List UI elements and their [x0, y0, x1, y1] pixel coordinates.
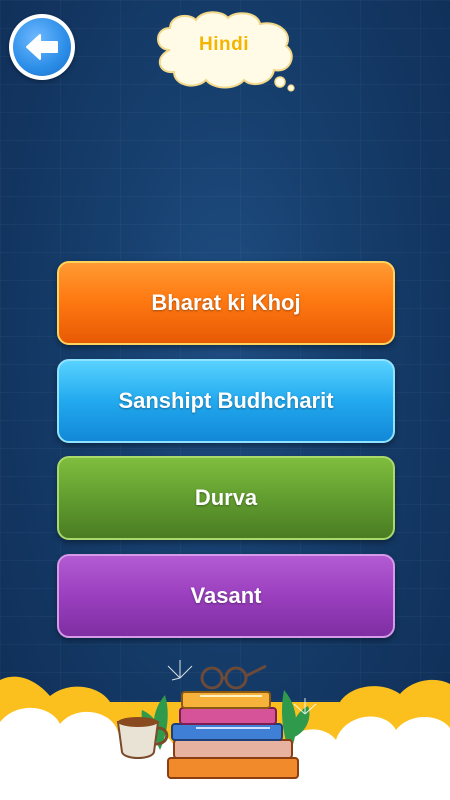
book-button-label: Bharat ki Khoj [151, 290, 301, 315]
book-button-label: Sanshipt Budhcharit [118, 388, 334, 413]
title-cloud: Hindi [148, 10, 300, 92]
book-button-label: Durva [194, 485, 258, 510]
book-button-durva[interactable]: Durva [57, 456, 395, 540]
page-title: Hindi [199, 34, 249, 55]
back-button-circle [13, 18, 71, 76]
book-button-bharat-ki-khoj[interactable]: Bharat ki Khoj [57, 261, 395, 345]
book-button-vasant[interactable]: Vasant [57, 554, 395, 638]
bottom-decoration [0, 660, 450, 800]
arrow-left-icon [26, 34, 58, 60]
back-button[interactable] [9, 14, 75, 80]
book-button-sanshipt-budhcharit[interactable]: Sanshipt Budhcharit [57, 359, 395, 443]
book-button-label: Vasant [190, 583, 262, 608]
eyeglasses-icon [200, 664, 267, 690]
